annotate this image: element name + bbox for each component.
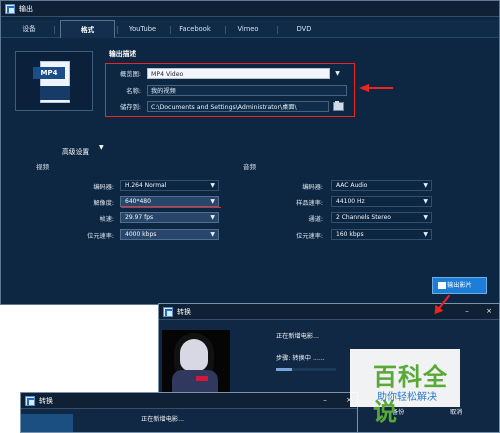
conversion-title: 转换	[177, 308, 191, 316]
conversion-app-icon	[163, 307, 173, 317]
frame-rate-select[interactable]: 29.97 fps ▼	[120, 212, 219, 223]
audio-bitrate-value: 160 kbps	[336, 231, 364, 238]
mp4-label: MP4	[33, 67, 65, 79]
minimize-icon[interactable]: –	[461, 305, 473, 317]
tab-youtube[interactable]: YouTube	[121, 20, 164, 38]
sample-rate-select[interactable]: 44100 Hz ▼	[331, 196, 432, 207]
resolution-select[interactable]: 640*480 ▼	[120, 196, 219, 207]
red-arrow-icon	[359, 84, 394, 92]
window-title: 输出	[19, 5, 33, 13]
channel-value: 2 Channels Stereo	[336, 214, 391, 221]
app-icon	[5, 4, 15, 14]
secondary-status: 正在新增电影...	[141, 416, 185, 423]
output-window: 输出 设备 格式 YouTube Facebook Vimeo DVD MP4 …	[0, 0, 500, 305]
sample-rate-value: 44100 Hz	[336, 198, 365, 205]
video-bitrate-label: 位元速率:	[87, 233, 114, 240]
watermark: 百科全说 助你轻松解决	[350, 349, 460, 426]
chevron-down-icon: ▼	[210, 214, 215, 221]
chevron-down-icon: ▼	[210, 231, 215, 238]
sample-rate-label: 样品速率:	[296, 200, 323, 207]
output-description-heading: 输出描述	[109, 50, 137, 58]
save-location-field[interactable]: C:\Documents and Settings\Administrator\…	[147, 101, 329, 112]
minimize-icon[interactable]: –	[319, 394, 331, 406]
advanced-settings-title: 高级设置	[62, 148, 90, 156]
tab-facebook[interactable]: Facebook	[175, 20, 215, 38]
close-icon[interactable]: ×	[483, 305, 495, 317]
audio-bitrate-select[interactable]: 160 kbps ▼	[331, 229, 432, 240]
tab-device[interactable]: 设备	[9, 20, 49, 38]
output-movie-label: 输出影片	[447, 282, 472, 289]
preview-label: 概览图:	[119, 71, 141, 78]
secondary-title: 转换	[39, 397, 53, 405]
frame-rate-label: 帧速:	[99, 216, 114, 223]
name-label: 名称:	[126, 88, 141, 95]
resolution-highlight-line	[121, 207, 221, 208]
watermark-subtitle: 助你轻松解决	[377, 392, 437, 403]
audio-bitrate-label: 位元速率:	[296, 233, 323, 240]
chevron-down-icon: ▼	[423, 214, 428, 221]
output-movie-button[interactable]: 输出影片	[432, 277, 487, 294]
secondary-app-icon	[25, 396, 35, 406]
tab-dvd[interactable]: DVD	[290, 20, 318, 38]
badge-shape	[196, 376, 208, 381]
chevron-down-icon: ▼	[210, 198, 215, 205]
tab-format[interactable]: 格式	[60, 20, 115, 38]
video-bitrate-value: 4000 kbps	[125, 231, 157, 238]
conversion-window-secondary: 转换 – × 正在新增电影...	[20, 392, 358, 433]
tab-divider	[277, 26, 278, 34]
video-preview	[162, 330, 230, 392]
preview-dropdown-icon[interactable]: ▼	[332, 68, 343, 79]
progress-fill	[276, 368, 293, 371]
save-location-label: 储存到:	[119, 104, 141, 111]
tab-divider	[117, 26, 118, 34]
tab-vimeo[interactable]: Vimeo	[233, 20, 263, 38]
audio-encoder-value: AAC Audio	[336, 182, 368, 189]
mp4-file-icon: MP4	[15, 51, 93, 111]
conversion-status: 正在新增电影...	[276, 333, 320, 340]
shirt-shape	[172, 370, 218, 392]
tab-divider	[225, 26, 226, 34]
video-encoder-label: 编码器:	[93, 184, 114, 191]
name-field[interactable]: 我的视频	[147, 85, 347, 96]
resolution-label: 解像度:	[93, 200, 114, 207]
conversion-progress	[276, 368, 336, 371]
frame-rate-value: 29.97 fps	[125, 214, 154, 221]
folder-icon[interactable]	[333, 101, 344, 111]
video-bitrate-select[interactable]: 4000 kbps ▼	[120, 229, 219, 240]
preview-field[interactable]: MP4 Video	[147, 68, 330, 79]
chevron-down-icon: ▼	[423, 198, 428, 205]
secondary-titlebar: 转换 – ×	[21, 393, 357, 409]
audio-title: 音频	[243, 163, 256, 171]
window-titlebar: 输出	[1, 1, 499, 17]
chevron-down-icon: ▼	[423, 182, 428, 189]
audio-encoder-select[interactable]: AAC Audio ▼	[331, 180, 432, 191]
secondary-preview	[21, 414, 73, 432]
export-icon	[438, 282, 446, 289]
conversion-step: 步骤: 转换中 ......	[276, 355, 325, 362]
channel-select[interactable]: 2 Channels Stereo ▼	[331, 212, 432, 223]
tab-divider	[54, 26, 55, 34]
film-icon	[40, 86, 70, 100]
face-shape	[180, 339, 208, 371]
tab-divider	[170, 26, 171, 34]
chevron-down-icon: ▼	[423, 231, 428, 238]
collapse-icon[interactable]: ▼	[99, 144, 104, 151]
resolution-value: 640*480	[125, 198, 151, 205]
video-encoder-select[interactable]: H.264 Normal ▼	[120, 180, 219, 191]
channel-label: 通道:	[308, 216, 323, 223]
video-encoder-value: H.264 Normal	[125, 182, 167, 189]
video-title: 视频	[36, 163, 49, 171]
chevron-down-icon: ▼	[210, 182, 215, 189]
format-tabs: 设备 格式 YouTube Facebook Vimeo DVD	[1, 20, 499, 38]
conversion-titlebar: 转换 – ×	[159, 304, 499, 320]
audio-encoder-label: 编码器:	[302, 184, 323, 191]
